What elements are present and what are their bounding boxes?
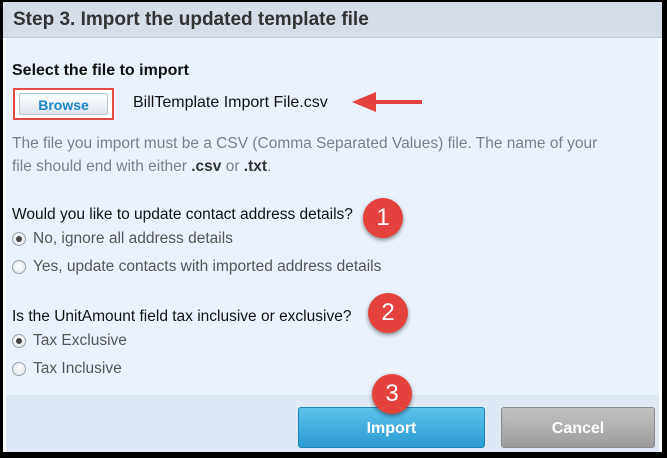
step-title: Step 3. Import the updated template file (13, 9, 369, 30)
select-file-label: Select the file to import (12, 62, 189, 79)
browse-highlight: Browse (13, 88, 114, 120)
file-format-hint: The file you import must be a CSV (Comma… (12, 132, 612, 178)
radio-unchecked-icon[interactable] (12, 260, 26, 274)
ext-csv: .csv (191, 158, 222, 175)
radio-label: Tax Exclusive (33, 332, 127, 349)
radio-update-address[interactable]: Yes, update contacts with imported addre… (12, 257, 381, 277)
callout-badge-1: 1 (363, 198, 403, 238)
hint-end: . (267, 158, 272, 175)
radio-label: Tax Inclusive (33, 360, 122, 377)
radio-label: No, ignore all address details (33, 230, 233, 247)
browse-button[interactable]: Browse (19, 93, 108, 115)
ext-txt: .txt (243, 158, 268, 175)
selected-filename: BillTemplate Import File.csv (133, 94, 328, 111)
radio-tax-exclusive[interactable]: Tax Exclusive (12, 331, 127, 351)
address-question: Would you like to update contact address… (12, 206, 353, 223)
radio-ignore-address[interactable]: No, ignore all address details (12, 229, 233, 249)
callout-badge-2: 2 (368, 293, 408, 333)
radio-checked-icon[interactable] (12, 232, 26, 246)
hint-text: The file you import must be a CSV (Comma… (12, 135, 598, 175)
radio-unchecked-icon[interactable] (12, 362, 26, 376)
callout-badge-3: 3 (372, 374, 412, 414)
hint-or: or (221, 158, 244, 175)
cancel-button[interactable]: Cancel (501, 407, 655, 448)
arrow-left-icon (352, 92, 422, 112)
tax-question: Is the UnitAmount field tax inclusive or… (12, 308, 352, 325)
step-header: Step 3. Import the updated template file (3, 2, 662, 38)
radio-tax-inclusive[interactable]: Tax Inclusive (12, 359, 122, 379)
radio-checked-icon[interactable] (12, 334, 26, 348)
radio-label: Yes, update contacts with imported addre… (33, 258, 382, 275)
